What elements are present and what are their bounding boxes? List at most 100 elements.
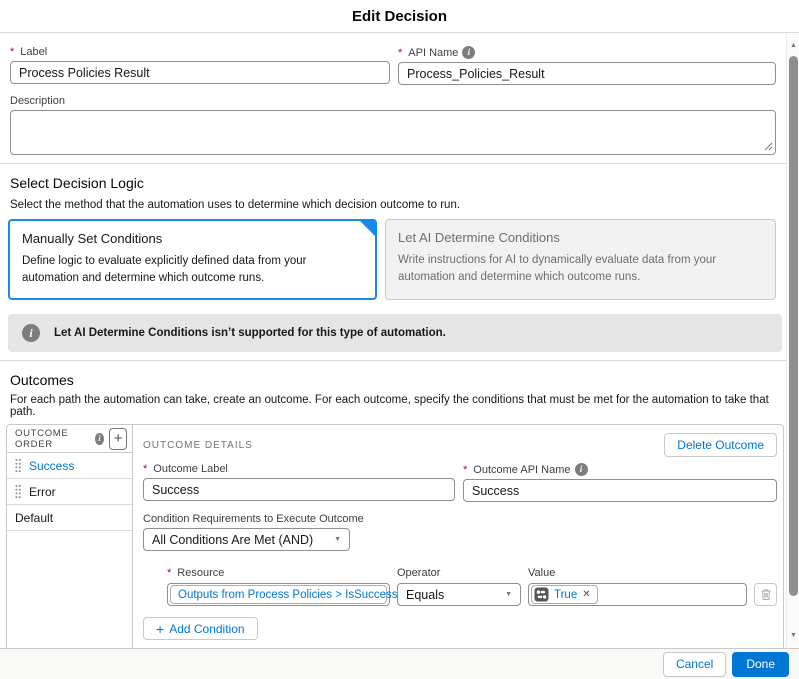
add-outcome-button[interactable]: + (109, 428, 127, 450)
required-asterisk: * (143, 463, 147, 475)
info-icon[interactable]: i (95, 433, 104, 445)
outcome-api-name-field-label-text: Outcome API Name (473, 464, 570, 476)
decision-logic-heading: Select Decision Logic (10, 175, 776, 191)
option-card-title: Let AI Determine Conditions (398, 230, 763, 245)
condition-requirements-label: Condition Requirements to Execute Outcom… (143, 513, 777, 525)
option-card-description: Write instructions for AI to dynamically… (398, 252, 763, 285)
label-field-label-text: Label (20, 46, 47, 58)
value-pill[interactable]: True ✕ (531, 585, 598, 604)
trash-icon (760, 588, 772, 601)
option-card-title: Manually Set Conditions (22, 231, 363, 246)
required-asterisk: * (398, 47, 402, 59)
plus-icon: + (156, 621, 164, 637)
sidebar-item-default[interactable]: Default (7, 505, 132, 531)
sidebar-item-success[interactable]: Success (7, 453, 132, 479)
vertical-scrollbar[interactable]: ▲ ▼ (786, 34, 799, 648)
section-divider (0, 360, 786, 361)
outcome-label-input[interactable] (143, 478, 455, 501)
resource-icon (534, 587, 549, 602)
api-name-field-label: * API Name i (398, 46, 776, 59)
required-asterisk: * (10, 46, 14, 58)
outcomes-subtext: For each path the automation can take, c… (10, 394, 776, 418)
chevron-down-icon: ▼ (334, 536, 341, 543)
label-field-label: * Label (10, 46, 390, 58)
drag-handle-icon[interactable] (15, 458, 21, 473)
section-divider (0, 163, 786, 164)
decision-logic-subtext: Select the method that the automation us… (10, 199, 776, 211)
name-fields-row: * Label * API Name i (10, 46, 776, 85)
dialog-title: Edit Decision (352, 8, 447, 25)
edit-decision-dialog: Edit Decision * Label * API Name i (0, 0, 799, 679)
operator-select[interactable]: Equals ▼ (397, 583, 521, 606)
description-textarea[interactable] (10, 110, 776, 155)
add-condition-button[interactable]: + Add Condition (143, 617, 258, 640)
description-field-label: Description (10, 95, 776, 107)
sidebar-item-error[interactable]: Error (7, 479, 132, 505)
scroll-down-icon[interactable]: ▼ (787, 628, 799, 642)
info-banner: i Let AI Determine Conditions isn’t supp… (8, 314, 782, 352)
decision-logic-options: Manually Set Conditions Define logic to … (10, 219, 776, 300)
resource-pill-text: Outputs from Process Policies > IsSucces… (178, 589, 398, 601)
description-field-group: Description (10, 95, 776, 155)
scrollbar-thumb[interactable] (789, 56, 798, 596)
outcome-api-name-field-label: * Outcome API Name i (463, 463, 777, 476)
outcome-label-field-label-text: Outcome Label (153, 463, 228, 475)
outcome-label-field-label: * Outcome Label (143, 463, 455, 475)
outcome-order-sidebar: OUTCOME ORDER i + Success (7, 425, 133, 648)
required-asterisk: * (167, 567, 171, 579)
operator-field-group: Operator Equals ▼ (397, 567, 521, 606)
condition-row: * Resource (167, 567, 777, 606)
condition-requirements-group: Condition Requirements to Execute Outcom… (143, 513, 777, 551)
chevron-down-icon: ▼ (505, 591, 512, 598)
close-icon[interactable]: ✕ (582, 589, 590, 600)
resource-label-text: Resource (177, 567, 224, 579)
outcome-order-label: OUTCOME ORDER (15, 428, 90, 450)
label-input[interactable] (10, 61, 390, 84)
info-icon[interactable]: i (462, 46, 475, 59)
info-icon[interactable]: i (575, 463, 588, 476)
delete-condition-button[interactable] (754, 583, 777, 606)
api-name-field-group: * API Name i (398, 46, 776, 85)
value-field-group: Value True (528, 567, 747, 606)
done-button[interactable]: Done (732, 652, 789, 677)
outcome-api-name-input[interactable] (463, 479, 777, 502)
option-card-description: Define logic to evaluate explicitly defi… (22, 253, 363, 286)
scroll-up-icon[interactable]: ▲ (787, 38, 799, 52)
sidebar-item-label: Error (29, 485, 56, 499)
dialog-header: Edit Decision (0, 0, 799, 33)
outcome-name-fields-row: * Outcome Label * Outcome API Name i (143, 463, 777, 502)
condition-requirements-select[interactable]: All Conditions Are Met (AND) ▼ (143, 528, 350, 551)
delete-outcome-button[interactable]: Delete Outcome (664, 433, 777, 457)
resource-input[interactable]: Outputs from Process Policies > IsSucces… (167, 583, 390, 606)
resource-label: * Resource (167, 567, 390, 579)
outcomes-heading: Outcomes (10, 372, 776, 388)
selected-corner-icon (359, 220, 376, 237)
label-field-group: * Label (10, 46, 390, 85)
operator-value: Equals (406, 588, 444, 602)
outcomes-panel: OUTCOME ORDER i + Success (6, 424, 784, 648)
outcome-details-label: OUTCOME DETAILS (143, 440, 253, 451)
cancel-button[interactable]: Cancel (663, 652, 726, 677)
dialog-body: * Label * API Name i Description (0, 34, 786, 648)
required-asterisk: * (463, 464, 467, 476)
sidebar-item-label: Default (15, 511, 53, 525)
info-banner-text: Let AI Determine Conditions isn’t suppor… (54, 327, 446, 339)
outcome-order-header: OUTCOME ORDER i + (7, 425, 132, 453)
api-name-input[interactable] (398, 62, 776, 85)
dialog-footer: Cancel Done (0, 648, 799, 679)
value-pill-text: True (554, 589, 577, 601)
outcome-api-name-field-group: * Outcome API Name i (463, 463, 777, 502)
condition-requirements-value: All Conditions Are Met (AND) (152, 533, 313, 547)
resource-field-group: * Resource (167, 567, 390, 606)
outcome-details-header: OUTCOME DETAILS Delete Outcome (143, 433, 777, 457)
operator-label: Operator (397, 567, 521, 579)
info-icon: i (22, 324, 40, 342)
value-input[interactable]: True ✕ (528, 583, 747, 606)
option-card-let-ai-determine-conditions[interactable]: Let AI Determine Conditions Write instru… (385, 219, 776, 300)
api-name-field-label-text: API Name (408, 47, 458, 59)
drag-handle-icon[interactable] (15, 484, 21, 499)
outcome-details-panel: OUTCOME DETAILS Delete Outcome * Outcome… (133, 425, 784, 648)
resource-pill[interactable]: Outputs from Process Policies > IsSucces… (170, 585, 387, 604)
add-condition-label: Add Condition (169, 622, 244, 636)
option-card-manually-set-conditions[interactable]: Manually Set Conditions Define logic to … (8, 219, 377, 300)
